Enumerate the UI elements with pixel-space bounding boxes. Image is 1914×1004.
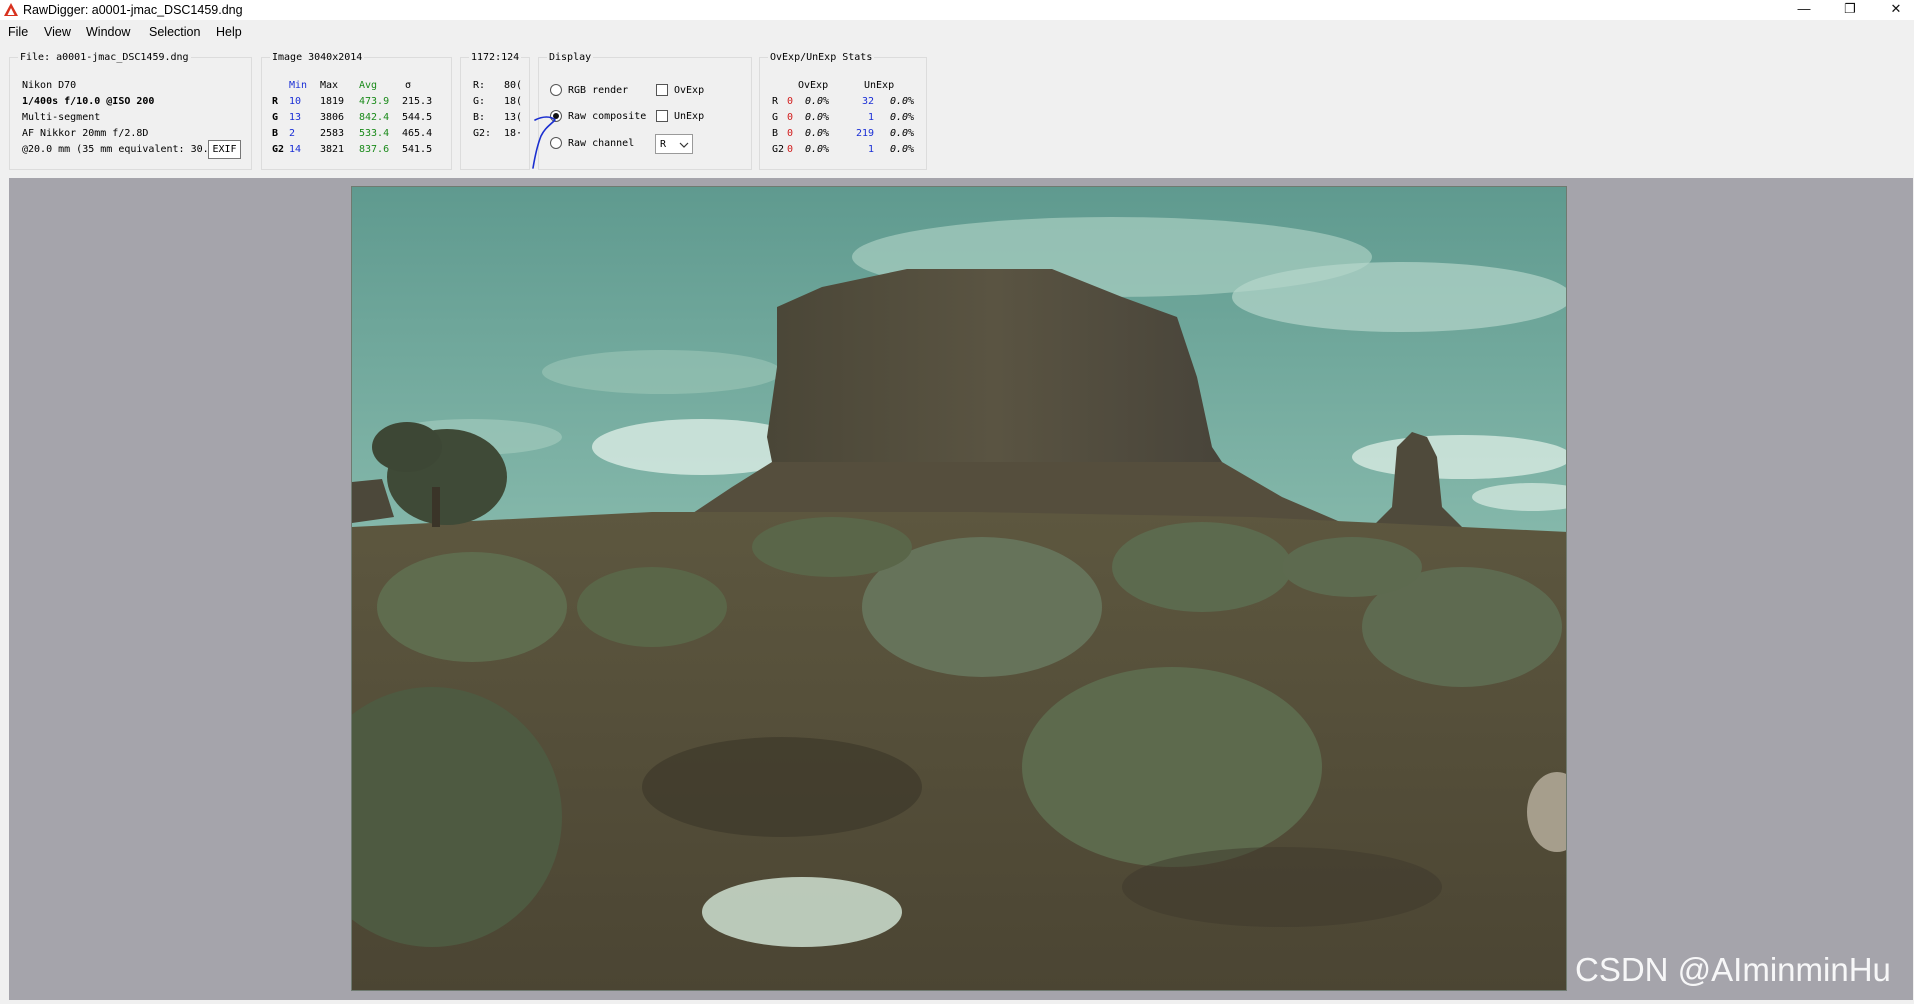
ov-count-g2: 0 (787, 144, 794, 155)
file-info-legend: File: a0001-jmac_DSC1459.dng (18, 52, 191, 63)
ov-count-b: 0 (787, 128, 794, 139)
sample-value-g: 18( (504, 96, 523, 107)
window-title: RawDigger: a0001-jmac_DSC1459.dng (23, 3, 243, 17)
un-pct-b: 0.0% (890, 128, 915, 139)
header-sigma: σ (405, 80, 412, 91)
header-max: Max (320, 80, 339, 91)
exif-button[interactable]: EXIF (208, 140, 241, 159)
restore-button[interactable]: ❐ (1827, 0, 1873, 20)
ov-pct-g2: 0.0% (805, 144, 830, 155)
header-min: Min (289, 80, 308, 91)
raw-composite-label[interactable]: Raw composite (568, 111, 646, 122)
stat-avg-g2: 837.6 (359, 144, 390, 155)
ov-count-g: 0 (787, 112, 794, 123)
stat-max-g2: 3821 (320, 144, 345, 155)
ov-ch-g: G (772, 112, 779, 123)
close-button[interactable]: ✕ (1873, 0, 1914, 20)
stat-min-b: 2 (289, 128, 296, 139)
stat-min-g2: 14 (289, 144, 302, 155)
landscape-image (352, 187, 1566, 990)
ov-pct-g: 0.0% (805, 112, 830, 123)
stat-avg-g: 842.4 (359, 112, 390, 123)
menu-view[interactable]: View (44, 25, 71, 39)
ovexp-stats-legend: OvExp/UnExp Stats (768, 52, 875, 63)
annotation-stroke (532, 116, 556, 169)
ovexp-label[interactable]: OvExp (674, 85, 704, 96)
stat-ch-b: B (272, 128, 279, 139)
stat-sigma-b: 465.4 (402, 128, 433, 139)
sample-point-legend: 1172:124 (469, 52, 522, 63)
header-unexp: UnExp (864, 80, 895, 91)
focal-length: @20.0 mm (35 mm equivalent: 30. (22, 144, 209, 155)
rgb-render-label[interactable]: RGB render (568, 85, 628, 96)
header-avg: Avg (359, 80, 378, 91)
image-stats-panel: Image 3040x2014 Min Max Avg σ R 10 1819 … (261, 52, 452, 170)
rawdigger-logo-icon (4, 3, 18, 16)
sample-value-g2: 18· (504, 128, 523, 139)
menu-selection[interactable]: Selection (149, 25, 200, 39)
menu-window[interactable]: Window (86, 25, 130, 39)
stat-ch-g: G (272, 112, 279, 123)
minimize-button[interactable]: — (1781, 0, 1827, 20)
header-ovexp: OvExp (798, 80, 829, 91)
stat-min-g: 13 (289, 112, 302, 123)
sample-point-panel: 1172:124 R: 80( G: 18( B: 13( G2: 18· (460, 52, 530, 170)
ov-pct-r: 0.0% (805, 96, 830, 107)
ov-count-r: 0 (787, 96, 794, 107)
display-panel: Display RGB render Raw composite Raw cha… (538, 52, 752, 170)
exposure-settings: 1/400s f/10.0 @ISO 200 (22, 96, 155, 107)
stat-max-g: 3806 (320, 112, 345, 123)
camera-model: Nikon D70 (22, 80, 77, 91)
stat-sigma-g: 544.5 (402, 112, 433, 123)
ov-pct-b: 0.0% (805, 128, 830, 139)
unexp-checkbox[interactable] (656, 110, 668, 122)
ov-ch-r: R (772, 96, 779, 107)
ovexp-stats-panel: OvExp/UnExp Stats OvExp UnExp R 0 0.0% 3… (759, 52, 927, 170)
watermark: CSDN @AIminminHu (1575, 951, 1891, 988)
chevron-down-icon (679, 142, 689, 148)
un-count-g: 1 (868, 112, 875, 123)
stat-avg-b: 533.4 (359, 128, 390, 139)
un-count-b: 219 (856, 128, 875, 139)
lens-name: AF Nikkor 20mm f/2.8D (22, 128, 149, 139)
un-pct-r: 0.0% (890, 96, 915, 107)
sample-label-r: R: (473, 80, 486, 91)
un-pct-g: 0.0% (890, 112, 915, 123)
ovexp-checkbox[interactable] (656, 84, 668, 96)
display-legend: Display (547, 52, 594, 63)
ov-ch-g2: G2 (772, 144, 785, 155)
un-pct-g2: 0.0% (890, 144, 915, 155)
metering-mode: Multi-segment (22, 112, 101, 123)
sample-label-g: G: (473, 96, 486, 107)
raw-channel-label[interactable]: Raw channel (568, 138, 634, 149)
unexp-label[interactable]: UnExp (674, 111, 704, 122)
image-stats-legend: Image 3040x2014 (270, 52, 365, 63)
ov-ch-b: B (772, 128, 779, 139)
un-count-g2: 1 (868, 144, 875, 155)
stat-sigma-g2: 541.5 (402, 144, 433, 155)
un-count-r: 32 (862, 96, 875, 107)
raw-channel-select[interactable]: R (655, 134, 693, 154)
sample-label-b: B: (473, 112, 486, 123)
menu-file[interactable]: File (8, 25, 28, 39)
stat-sigma-r: 215.3 (402, 96, 433, 107)
menu-help[interactable]: Help (216, 25, 242, 39)
raw-photo[interactable] (351, 186, 1567, 991)
title-bar: RawDigger: a0001-jmac_DSC1459.dng — ❐ ✕ (0, 0, 1914, 20)
sample-value-r: 80( (504, 80, 523, 91)
stat-ch-g2: G2 (272, 144, 285, 155)
stat-avg-r: 473.9 (359, 96, 390, 107)
sample-label-g2: G2: (473, 128, 492, 139)
stat-max-b: 2583 (320, 128, 345, 139)
rgb-render-radio[interactable] (550, 84, 562, 96)
sample-value-b: 13( (504, 112, 523, 123)
raw-channel-value: R (660, 139, 667, 150)
stat-ch-r: R (272, 96, 279, 107)
stat-max-r: 1819 (320, 96, 345, 107)
stat-min-r: 10 (289, 96, 302, 107)
